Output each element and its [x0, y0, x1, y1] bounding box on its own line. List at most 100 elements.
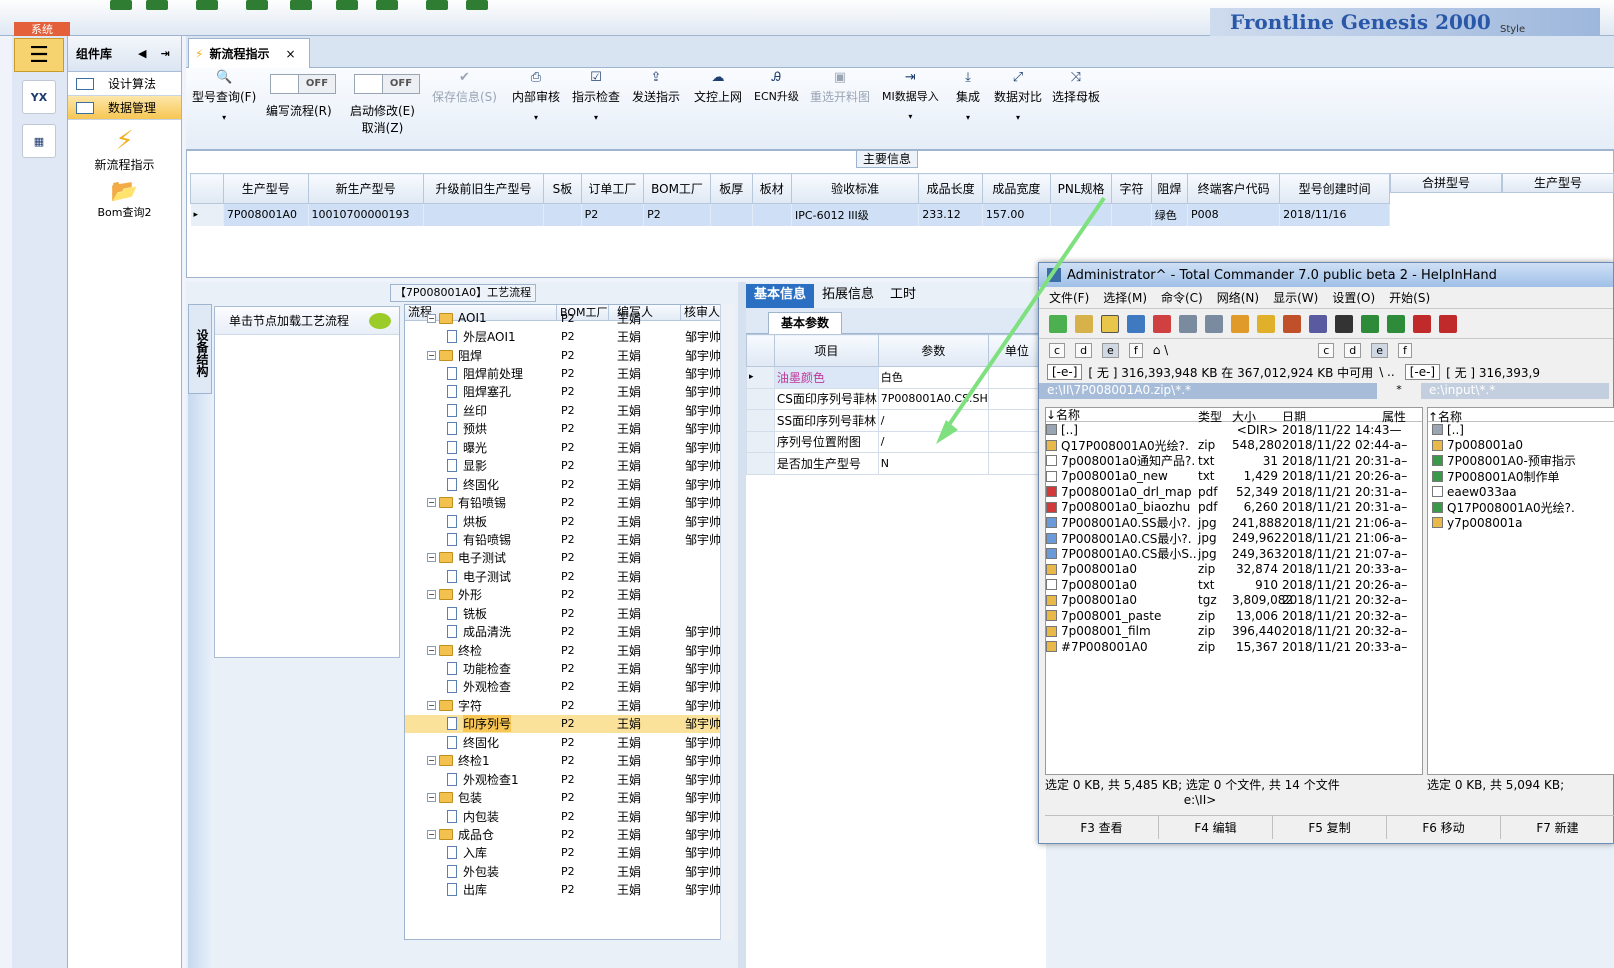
- file-row[interactable]: Q17P008001A0光绘?.: [1428, 500, 1614, 516]
- file-row[interactable]: 7P008001A0.CS最小?. jpg 249,962 2018/11/21 21…: [1046, 531, 1422, 547]
- tree-row[interactable]: 终固化 P2 王娟 邹宇帅: [405, 733, 733, 751]
- url-icon[interactable]: [1309, 314, 1327, 333]
- search-icon[interactable]: [110, 0, 132, 10]
- chevron-down-icon[interactable]: ▾: [1016, 113, 1020, 122]
- right-path[interactable]: e:\input\*.*: [1421, 383, 1609, 399]
- column-header[interactable]: 参数: [877, 334, 989, 367]
- style-label[interactable]: Style: [1500, 24, 1525, 35]
- tc-menu-item[interactable]: 文件(F): [1049, 289, 1089, 306]
- tc-menu-item[interactable]: 设置(O): [1332, 289, 1375, 306]
- file-row[interactable]: #7P008001A0 zip 15,367 2018/11/21 20:33-a–: [1046, 639, 1422, 655]
- file-row[interactable]: 7P008001A0.SS最小?. jpg 241,888 2018/11/21 21…: [1046, 515, 1422, 531]
- tree-row[interactable]: 烘板 P2 王娟 邹宇帅: [405, 512, 733, 530]
- globe-icon[interactable]: [146, 0, 168, 10]
- network-icon[interactable]: ⌂ \: [1153, 343, 1168, 357]
- f4-edit-button[interactable]: F4 编辑: [1159, 816, 1273, 839]
- filter-button[interactable]: *: [1377, 383, 1421, 399]
- param-value[interactable]: N: [877, 452, 989, 475]
- tc-menu-item[interactable]: 命令(C): [1161, 289, 1203, 306]
- tree-row[interactable]: 阻焊前处理 P2 王娟 邹宇帅: [405, 364, 733, 382]
- tree-row[interactable]: 印序列号 P2 王娟 邹宇帅: [405, 714, 733, 734]
- tree-row[interactable]: − 电子测试 P2 王娟: [405, 549, 733, 567]
- column-header[interactable]: 字符: [1111, 173, 1152, 204]
- forward-icon[interactable]: [1205, 314, 1223, 333]
- column-header[interactable]: ↓名称: [1046, 408, 1198, 421]
- column-header[interactable]: 终端客户代码: [1186, 173, 1281, 204]
- tree-row[interactable]: − 终检 P2 王娟 邹宇帅: [405, 641, 733, 659]
- mi-import-button[interactable]: ⇥ MI数据导入 ▾: [882, 70, 939, 121]
- tab-new-process[interactable]: ⚡ 新流程指示 ×: [188, 38, 310, 68]
- tree-row[interactable]: 入库 P2 王娟 邹宇帅: [405, 844, 733, 862]
- table-row[interactable]: ▸ 7P008001A0 10010700000193 P2 P2 IPC-6012 II…: [190, 203, 1390, 226]
- tab-basic-params[interactable]: 基本参数: [768, 312, 842, 334]
- list-icon[interactable]: [376, 0, 398, 10]
- chevron-down-icon[interactable]: ▾: [222, 113, 226, 122]
- tree-scrollbar[interactable]: [720, 304, 734, 940]
- column-header[interactable]: 项目: [773, 334, 879, 367]
- column-header[interactable]: 合拼型号: [1390, 173, 1502, 193]
- pack-icon[interactable]: [1231, 314, 1249, 333]
- tree-row[interactable]: 有铅喷锡 P2 王娟 邹宇帅: [405, 530, 733, 548]
- tree-row[interactable]: 外观检查 P2 王娟 邹宇帅: [405, 678, 733, 696]
- copy-icon[interactable]: [336, 0, 358, 10]
- drive-select[interactable]: [-e-]: [1404, 364, 1441, 380]
- reselect-cut-button[interactable]: ▣ 重选开料图: [810, 70, 870, 105]
- param-value[interactable]: 7P008001A0.CS.SH: [877, 387, 989, 410]
- tc-menu-item[interactable]: 开始(S): [1389, 289, 1430, 306]
- binoculars-icon[interactable]: [1335, 314, 1353, 333]
- f3-view-button[interactable]: F3 查看: [1045, 816, 1159, 839]
- factory-icon[interactable]: YX: [22, 80, 56, 114]
- column-header[interactable]: 成品宽度: [981, 173, 1051, 204]
- f6-move-button[interactable]: F6 移动: [1387, 816, 1501, 839]
- grid-icon[interactable]: [196, 0, 218, 10]
- model-query-button[interactable]: 🔍 型号查询(F) ▾: [192, 70, 256, 122]
- chevron-down-icon[interactable]: ▾: [966, 113, 970, 122]
- column-header[interactable]: 日期: [1282, 408, 1382, 421]
- file-row[interactable]: 7p008001a0_drl_map pdf 52,349 2018/11/21 20…: [1046, 484, 1422, 500]
- file-row[interactable]: 7P008001A0-预审指示: [1428, 453, 1614, 469]
- tree-row[interactable]: 电子测试 P2 王娟: [405, 567, 733, 585]
- collapse-icon[interactable]: −: [427, 350, 436, 360]
- file-row[interactable]: eaew033aa: [1428, 484, 1614, 500]
- param-value[interactable]: /: [877, 430, 989, 453]
- tree-row[interactable]: − AOI1 P2 王娟: [405, 309, 733, 327]
- thumbnail-icon[interactable]: [1127, 314, 1145, 333]
- tc-menu-item[interactable]: 选择(M): [1103, 289, 1147, 306]
- tree-row[interactable]: 外观检查1 P2 王娟 邹宇帅: [405, 770, 733, 788]
- tab-extended-info[interactable]: 拓展信息: [814, 284, 882, 308]
- send-instruction-button[interactable]: ⇪ 发送指示: [632, 70, 680, 105]
- chevron-down-icon[interactable]: ▾: [908, 112, 912, 121]
- column-header[interactable]: 成品长度: [918, 173, 983, 204]
- drive-c-button[interactable]: c: [1318, 342, 1335, 358]
- tc-menu-item[interactable]: 显示(W): [1273, 289, 1318, 306]
- param-value[interactable]: /: [877, 409, 989, 432]
- root-up-buttons[interactable]: \ ..: [1379, 365, 1395, 379]
- ecn-upgrade-button[interactable]: Ꭿ ECN升级: [754, 70, 799, 104]
- tree-row[interactable]: 内包装 P2 王娟 邹宇帅: [405, 807, 733, 825]
- new-process-item[interactable]: ⚡ 新流程指示: [68, 126, 181, 173]
- param-row[interactable]: 是否加生产型号 N: [746, 452, 1047, 475]
- column-header[interactable]: 属性: [1382, 408, 1406, 424]
- column-header[interactable]: BOM工厂: [643, 173, 711, 204]
- write-flow-toggle[interactable]: OFF: [270, 74, 336, 94]
- bom-query-item[interactable]: 📂 Bom查询2: [68, 179, 181, 220]
- file-row[interactable]: 7p008001a0通知产品?. txt 31 2018/11/21 20:31-a–: [1046, 453, 1422, 469]
- file-row[interactable]: 7P008001A0.CS最小S.. jpg 249,363 2018/11/21 2…: [1046, 546, 1422, 562]
- drive-select[interactable]: [-e-]: [1047, 364, 1083, 380]
- tree-row[interactable]: 阻焊塞孔 P2 王娟 邹宇帅: [405, 383, 733, 401]
- tree-row[interactable]: − 终检1 P2 王娟 邹宇帅: [405, 752, 733, 770]
- column-header[interactable]: 生产型号: [1502, 173, 1614, 193]
- tree-row[interactable]: − 阻焊 P2 王娟 邹宇帅: [405, 346, 733, 364]
- column-header[interactable]: 订单工厂: [580, 173, 645, 204]
- column-header[interactable]: 大小: [1232, 408, 1282, 424]
- tree-row[interactable]: − 外形 P2 王娟: [405, 586, 733, 604]
- column-header[interactable]: 板厚: [709, 173, 753, 204]
- component-item-design[interactable]: 设计算法: [68, 72, 181, 96]
- drive-e-button[interactable]: e: [1102, 342, 1119, 358]
- file-row[interactable]: 7P008001A0制作单: [1428, 469, 1614, 485]
- drive-c-button[interactable]: c: [1049, 342, 1066, 358]
- column-header[interactable]: 型号创建时间: [1279, 173, 1390, 204]
- column-header[interactable]: 新生产型号: [307, 173, 424, 204]
- unpack-icon[interactable]: [1257, 314, 1275, 333]
- collapse-icon[interactable]: −: [427, 313, 436, 323]
